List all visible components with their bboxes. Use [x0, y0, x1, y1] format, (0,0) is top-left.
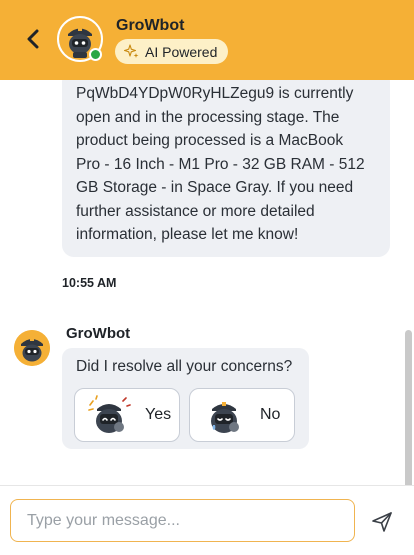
feedback-yes-label: Yes	[145, 406, 172, 423]
message-line: further assistance or more detailed	[76, 202, 315, 220]
feedback-card: Did I resolve all your concerns? Yes No	[62, 348, 309, 449]
send-button[interactable]	[368, 508, 396, 536]
ai-powered-badge: AI Powered	[115, 39, 229, 64]
chat-messages[interactable]: PqWbD4YDpW0RyHLZegu9 is currently open a…	[0, 80, 414, 485]
bot-avatar	[57, 16, 103, 62]
message-line: PqWbD4YDpW0RyHLZegu9 is currently	[76, 85, 354, 102]
message-composer	[0, 485, 414, 555]
send-icon	[372, 512, 392, 532]
feedback-question: Did I resolve all your concerns?	[76, 358, 293, 375]
message-timestamp: 10:55 AM	[62, 276, 117, 290]
message-input[interactable]	[10, 499, 355, 542]
back-button[interactable]	[20, 26, 46, 52]
message-sender-name: GroWbot	[66, 325, 131, 342]
chevron-left-icon	[27, 29, 39, 49]
feedback-no-label: No	[260, 406, 281, 423]
message-line: Pro - 16 Inch - M1 Pro - 32 GB RAM - 512	[76, 155, 365, 173]
bot-message-bubble: PqWbD4YDpW0RyHLZegu9 is currently open a…	[62, 80, 390, 257]
ai-badge-label: AI Powered	[145, 43, 218, 60]
message-line: product being processed is a MacBook	[76, 132, 344, 149]
message-line: open and in the processing stage. The	[76, 108, 340, 126]
chat-scrollbar[interactable]	[405, 330, 412, 485]
online-status-dot	[89, 48, 102, 61]
message-sender-avatar	[14, 330, 50, 366]
bot-name: GroWbot	[116, 17, 185, 34]
happy-bot-icon	[88, 395, 131, 433]
feedback-no-button[interactable]: No	[189, 388, 295, 442]
message-line: information, please let me know!	[76, 226, 299, 243]
feedback-yes-button[interactable]: Yes	[74, 388, 180, 442]
sparkle-icon	[124, 44, 139, 58]
sad-bot-icon	[211, 402, 239, 433]
chat-header: GroWbot AI Powered	[0, 0, 414, 80]
message-line: GB Storage - in Space Gray. If you need	[76, 179, 354, 196]
bot-avatar-icon	[14, 330, 50, 366]
